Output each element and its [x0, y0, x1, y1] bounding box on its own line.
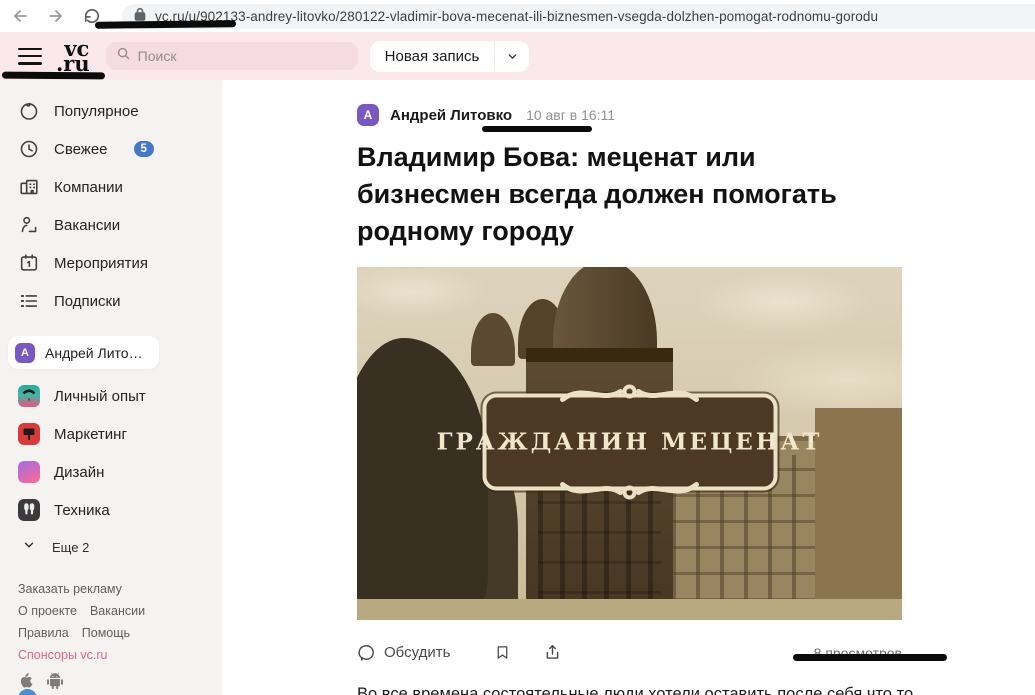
- clock-icon: [18, 138, 40, 160]
- sidebar-item-fresh[interactable]: Свежее 5: [0, 130, 222, 168]
- url-text: vc.ru/u/902133-andrey-litovko/280122-vla…: [155, 9, 878, 24]
- buildings-icon: [18, 176, 40, 198]
- user-avatar: А: [15, 343, 35, 363]
- site-header: vc .ru Поиск Новая запись: [0, 32, 1035, 80]
- article-title: Владимир Бова: меценат или бизнесмен все…: [357, 139, 917, 250]
- sidebar-item-jobs[interactable]: Вакансии: [0, 206, 222, 244]
- partial-social-icon[interactable]: [18, 689, 37, 695]
- author-avatar[interactable]: А: [357, 104, 379, 126]
- sidebar-item-popular[interactable]: Популярное: [0, 92, 222, 130]
- browser-back-icon[interactable]: [10, 6, 30, 26]
- new-post-button[interactable]: Новая запись: [370, 48, 495, 65]
- footer-link-sponsors[interactable]: Спонсоры vc.ru: [18, 648, 108, 662]
- share-icon: [543, 643, 562, 662]
- footer-link-jobs[interactable]: Вакансии: [90, 600, 145, 622]
- sidebar-item-personal-experience[interactable]: Личный опыт: [0, 377, 222, 415]
- publish-date: 10 авг в 16:11: [526, 107, 615, 123]
- browser-forward-icon[interactable]: [46, 6, 66, 26]
- person-jobs-icon: [18, 214, 40, 236]
- sidebar-item-tech[interactable]: Техника: [0, 491, 222, 529]
- annotation-underline-logo: [2, 72, 105, 80]
- sidebar-item-companies[interactable]: Компании: [0, 168, 222, 206]
- annotation-underline-date: [482, 126, 592, 132]
- search-icon: [116, 46, 131, 66]
- vc-logo[interactable]: vc .ru: [56, 41, 90, 71]
- android-app-icon[interactable]: [47, 672, 63, 689]
- footer-link-rules[interactable]: Правила: [18, 622, 69, 644]
- footer-link-advertising[interactable]: Заказать рекламу: [18, 582, 122, 596]
- marketing-icon: [18, 423, 40, 445]
- annotation-underline-url: [95, 20, 236, 28]
- address-bar[interactable]: vc.ru/u/902133-andrey-litovko/280122-vla…: [122, 4, 1035, 29]
- new-post-dropdown-button[interactable]: [495, 50, 529, 63]
- image-plaque: ГРАЖДАНИН МЕЦЕНАТ: [482, 393, 777, 490]
- image-far-buildings: [815, 408, 902, 620]
- tech-icon: [18, 499, 40, 521]
- sidebar-item-marketing[interactable]: Маркетинг: [0, 415, 222, 453]
- image-street: [357, 599, 902, 620]
- footer-link-about[interactable]: О проекте: [18, 600, 77, 622]
- sidebar-footer: Заказать рекламу О проекте Вакансии Прав…: [18, 578, 145, 689]
- annotation-underline-views: [793, 654, 947, 661]
- article-body-text: Во все времена состоятельные люди хотели…: [357, 683, 917, 695]
- popular-icon: [18, 100, 40, 122]
- comment-icon: [357, 643, 376, 662]
- sidebar-item-events[interactable]: Мероприятия: [0, 244, 222, 282]
- article-area: А Андрей Литовко 10 авг в 16:11 Владимир…: [222, 80, 1035, 695]
- design-icon: [18, 461, 40, 483]
- plaque-text: ГРАЖДАНИН МЕЦЕНАТ: [437, 428, 823, 455]
- personal-experience-icon: [18, 385, 40, 407]
- sidebar: Популярное Свежее 5 Компании Ваканси: [0, 80, 222, 695]
- page: vc.ru/u/902133-andrey-litovko/280122-vla…: [0, 0, 1035, 695]
- search-placeholder: Поиск: [138, 48, 177, 64]
- sidebar-more-button[interactable]: Еще 2: [0, 529, 222, 565]
- apple-app-icon[interactable]: [18, 672, 33, 689]
- chevron-down-icon: [22, 538, 36, 557]
- bookmark-button[interactable]: [494, 643, 511, 662]
- bookmark-icon: [494, 643, 511, 662]
- author-name[interactable]: Андрей Литовко: [390, 107, 512, 124]
- sidebar-item-my-profile[interactable]: А Андрей Лито…: [8, 336, 159, 369]
- discuss-button[interactable]: Обсудить: [357, 643, 450, 662]
- plaque-flourish-bottom: [555, 473, 705, 502]
- article-author-row: А Андрей Литовко 10 авг в 16:11: [357, 104, 902, 126]
- new-post-button-group: Новая запись: [370, 41, 530, 72]
- sidebar-item-design[interactable]: Дизайн: [0, 453, 222, 491]
- article-cover-image[interactable]: ГРАЖДАНИН МЕЦЕНАТ: [357, 267, 902, 620]
- list-icon: [18, 290, 40, 312]
- share-button[interactable]: [543, 643, 562, 662]
- fresh-count-badge: 5: [134, 141, 154, 157]
- hamburger-menu-icon[interactable]: [18, 48, 42, 65]
- user-name: Андрей Лито…: [45, 345, 143, 361]
- search-input[interactable]: Поиск: [106, 42, 358, 70]
- footer-link-help[interactable]: Помощь: [82, 622, 130, 644]
- calendar-icon: [18, 252, 40, 274]
- sidebar-item-subscriptions[interactable]: Подписки: [0, 282, 222, 320]
- plaque-flourish-top: [555, 381, 705, 410]
